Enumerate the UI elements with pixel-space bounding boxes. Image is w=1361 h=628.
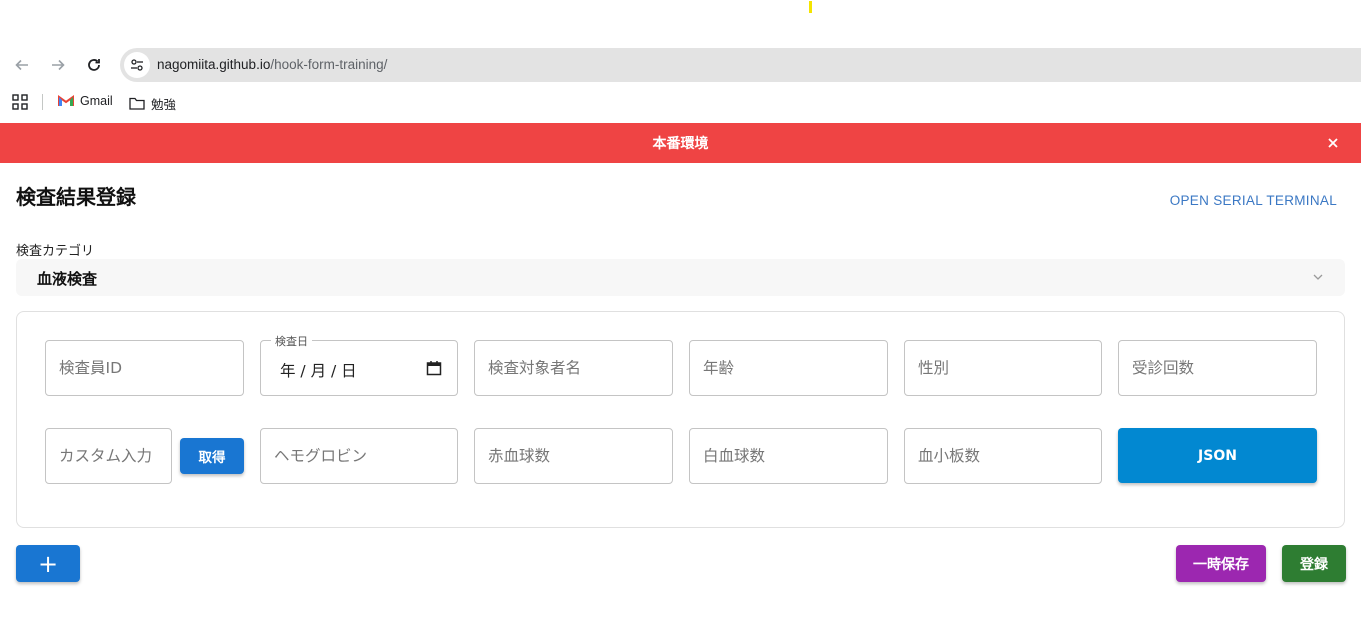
gender-input[interactable]	[905, 341, 1101, 395]
arrow-right-icon	[52, 59, 65, 71]
browser-toolbar: nagomiita.github.io/hook-form-training/	[0, 48, 1361, 82]
subject-name-input[interactable]	[475, 341, 672, 395]
platelet-count-field[interactable]	[904, 428, 1102, 484]
bookmark-folder-study[interactable]: 勉強	[129, 94, 176, 113]
category-selected-value: 血液検査	[37, 270, 98, 288]
page-title: 検査結果登録	[16, 185, 136, 209]
bookmarks-divider	[42, 94, 43, 110]
back-button[interactable]	[9, 52, 35, 78]
inspector-id-field[interactable]	[45, 340, 244, 396]
gmail-icon	[58, 95, 74, 106]
address-bar[interactable]: nagomiita.github.io/hook-form-training/	[120, 48, 1361, 82]
bookmark-gmail-label: Gmail	[80, 94, 113, 108]
register-button[interactable]: 登録	[1282, 545, 1346, 582]
folder-icon	[129, 97, 145, 110]
forward-button[interactable]	[45, 52, 71, 78]
inspection-date-value: 年 / 月 / 日	[280, 362, 357, 380]
gender-field[interactable]	[904, 340, 1102, 396]
hemoglobin-input[interactable]	[261, 429, 457, 483]
fetch-button[interactable]: 取得	[180, 438, 244, 474]
environment-banner: 本番環境	[0, 123, 1361, 163]
platelet-count-input[interactable]	[905, 429, 1101, 483]
rbc-count-input[interactable]	[475, 429, 672, 483]
age-field[interactable]	[689, 340, 888, 396]
wbc-count-input[interactable]	[690, 429, 887, 483]
rbc-count-field[interactable]	[474, 428, 673, 484]
inspector-id-input[interactable]	[46, 341, 243, 395]
custom-input[interactable]	[46, 429, 171, 483]
visit-count-input[interactable]	[1119, 341, 1316, 395]
banner-close-button[interactable]	[1324, 134, 1342, 152]
url-host: nagomiita.github.io	[157, 57, 271, 72]
apps-grid-icon[interactable]	[12, 94, 28, 110]
inspection-date-label: 検査日	[271, 333, 312, 349]
custom-input-field[interactable]	[45, 428, 172, 484]
tune-icon	[131, 59, 143, 71]
reload-icon	[88, 59, 100, 71]
hemoglobin-field[interactable]	[260, 428, 458, 484]
age-input[interactable]	[690, 341, 887, 395]
open-serial-terminal-button[interactable]: OPEN SERIAL TERMINAL	[1170, 193, 1337, 208]
bookmark-folder-label: 勉強	[151, 98, 177, 112]
calendar-icon[interactable]	[426, 360, 442, 376]
close-icon	[1328, 138, 1338, 148]
reload-button[interactable]	[81, 52, 107, 78]
banner-title: 本番環境	[652, 136, 709, 152]
url-text: nagomiita.github.io/hook-form-training/	[157, 57, 387, 72]
bookmark-gmail[interactable]: Gmail	[58, 94, 113, 108]
json-button[interactable]: JSON	[1118, 428, 1317, 483]
arrow-left-icon	[15, 59, 28, 71]
subject-name-field[interactable]	[474, 340, 673, 396]
browser-tab-strip	[0, 0, 1361, 48]
bookmarks-bar: Gmail 勉強	[0, 90, 1361, 114]
inspection-date-field[interactable]: 検査日 年 / 月 / 日	[260, 333, 458, 396]
chevron-down-icon	[1313, 274, 1323, 280]
site-info-button[interactable]	[124, 52, 150, 78]
url-path: /hook-form-training/	[270, 57, 388, 72]
wbc-count-field[interactable]	[689, 428, 888, 484]
cursor-marker	[809, 1, 812, 13]
category-label: 検査カテゴリ	[16, 244, 95, 259]
visit-count-field[interactable]	[1118, 340, 1317, 396]
add-row-button[interactable]: +	[16, 545, 80, 582]
category-select[interactable]: 血液検査	[16, 259, 1345, 296]
temp-save-button[interactable]: 一時保存	[1176, 545, 1266, 582]
